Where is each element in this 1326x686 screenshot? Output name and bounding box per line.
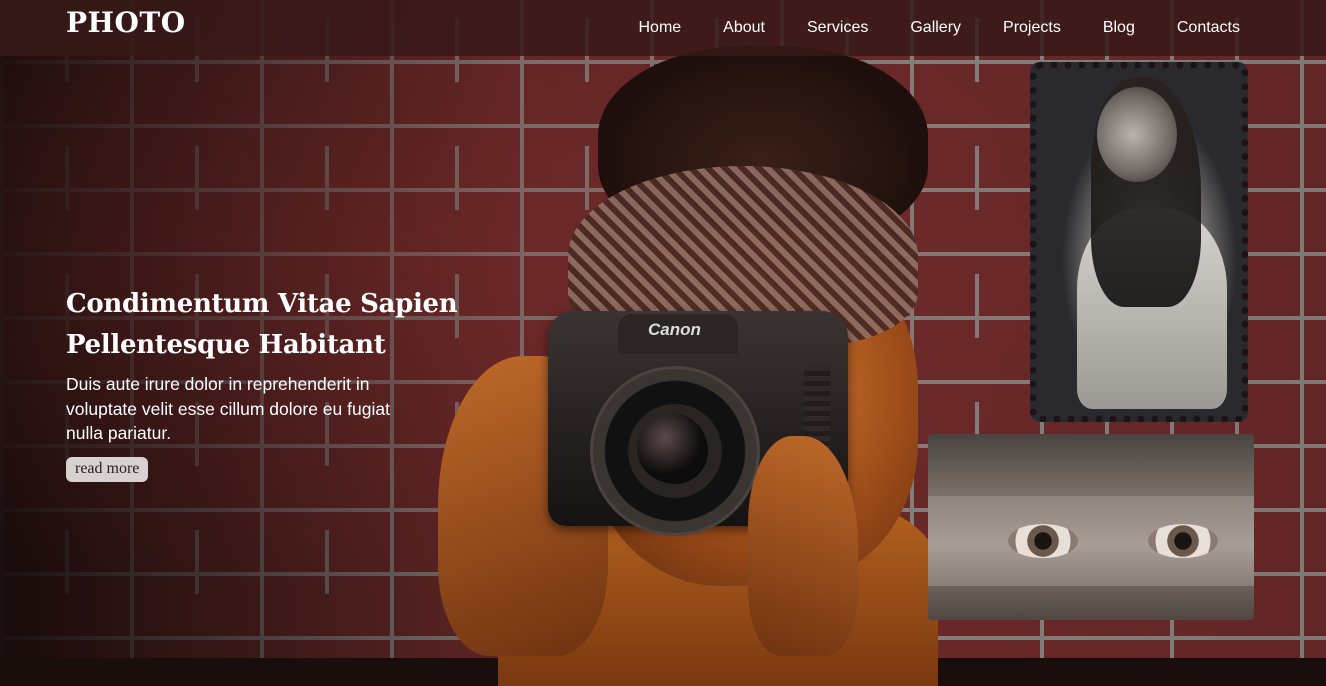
hero-title-line2: Pellentesque Habitant: [66, 330, 386, 360]
portrait-head: [1097, 87, 1177, 182]
hero-title-line1: Condimentum Vitae Sapien: [66, 289, 458, 319]
nav-home[interactable]: Home: [638, 19, 681, 37]
gallery-photo-eyes: [928, 434, 1254, 620]
hero-title: Condimentum Vitae Sapien Pellentesque Ha…: [66, 284, 486, 366]
nav-contacts[interactable]: Contacts: [1177, 19, 1240, 37]
site-logo[interactable]: PHOTO: [66, 6, 186, 39]
read-more-button[interactable]: read more: [66, 456, 149, 482]
hero-content: Condimentum Vitae Sapien Pellentesque Ha…: [66, 284, 486, 482]
hero-description: Duis aute irure dolor in reprehenderit i…: [66, 374, 390, 443]
figure-right-hand: [748, 436, 858, 656]
nav-blog[interactable]: Blog: [1103, 19, 1135, 37]
navbar: PHOTO Home About Services Gallery Projec…: [0, 0, 1326, 56]
nav-gallery[interactable]: Gallery: [910, 19, 961, 37]
eyes-scarf: [928, 586, 1254, 620]
camera-lens-glass: [637, 413, 707, 483]
photographer-image: Canon: [438, 46, 938, 686]
eye-right: [1148, 524, 1218, 558]
nav-services[interactable]: Services: [807, 19, 868, 37]
camera-brand-label: Canon: [648, 320, 701, 339]
main-nav: Home About Services Gallery Projects Blo…: [638, 0, 1240, 56]
gallery-photo-portrait: [1030, 62, 1248, 422]
eye-left: [1008, 524, 1078, 558]
eyes-hood: [928, 434, 1254, 496]
nav-about[interactable]: About: [723, 19, 765, 37]
nav-projects[interactable]: Projects: [1003, 19, 1061, 37]
